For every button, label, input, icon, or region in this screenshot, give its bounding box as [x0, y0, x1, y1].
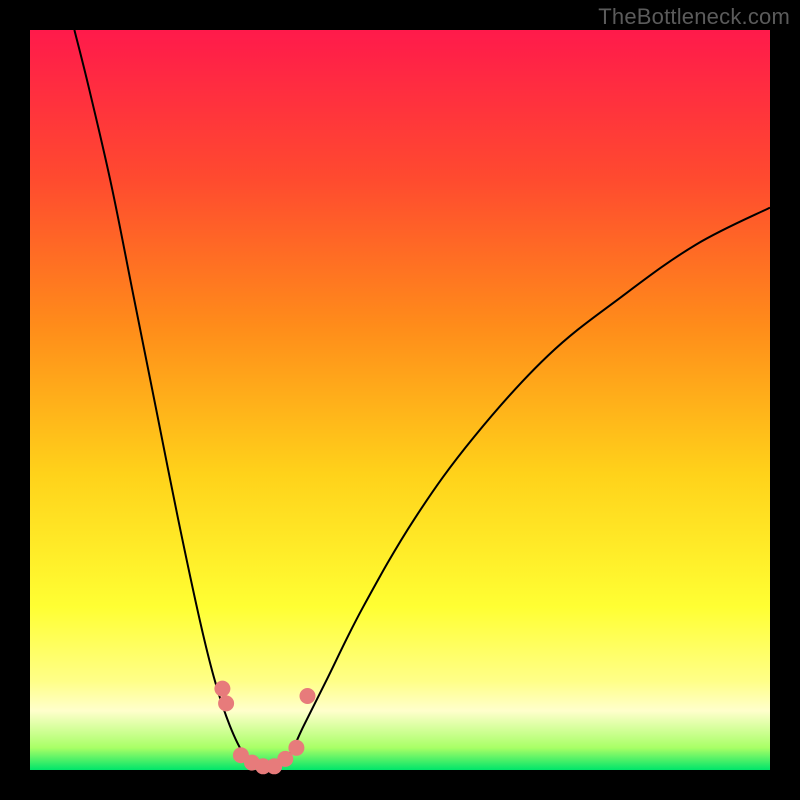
highlight-dot: [288, 740, 304, 756]
outer-frame: TheBottleneck.com: [0, 0, 800, 800]
plot-background: [30, 30, 770, 770]
highlight-dot: [300, 688, 316, 704]
chart-svg: [0, 0, 800, 800]
highlight-dot: [218, 695, 234, 711]
highlight-dot: [214, 681, 230, 697]
